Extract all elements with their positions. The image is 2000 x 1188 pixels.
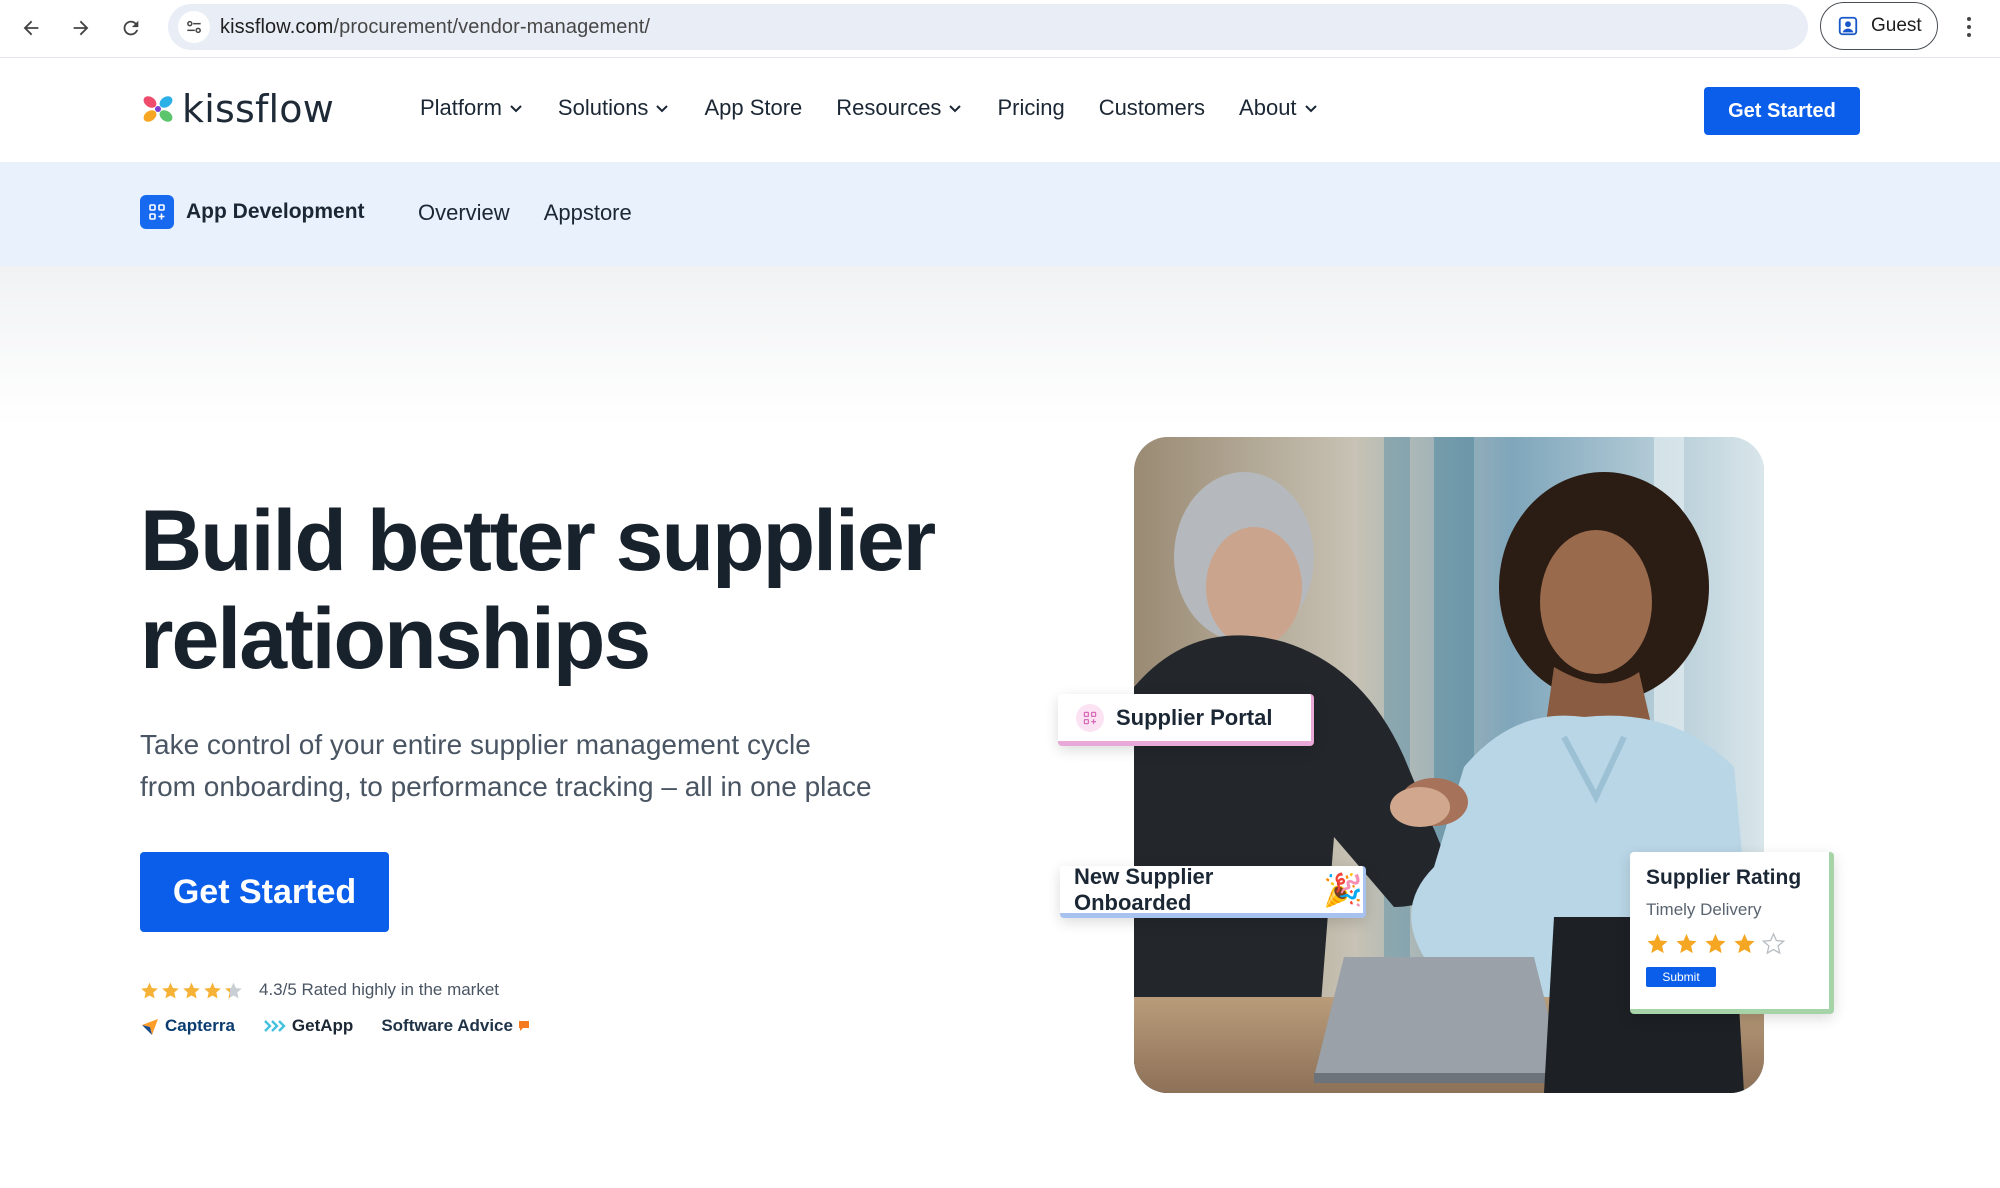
sub-nav-link-overview[interactable]: Overview — [418, 200, 510, 226]
hero-subtitle-line1: Take control of your entire supplier man… — [140, 729, 811, 760]
nav-item-label: Platform — [420, 95, 502, 120]
star-filled-icon[interactable] — [1733, 932, 1756, 955]
nav-item-resources[interactable]: Resources — [836, 95, 963, 121]
capterra-label: Capterra — [165, 1016, 235, 1035]
more-vert-icon[interactable] — [1955, 10, 1983, 44]
getapp-chevrons-icon — [264, 1020, 286, 1032]
nav-item-label: About — [1239, 95, 1297, 120]
profile-button[interactable]: Guest — [1820, 2, 1938, 50]
review-logos: Capterra GetApp Software Advice — [140, 1016, 530, 1036]
hero-title-line2: relationships — [140, 591, 651, 687]
forward-arrow-icon — [73, 20, 89, 36]
supplier-portal-label: Supplier Portal — [1116, 704, 1273, 730]
rating-submit-button[interactable]: Submit — [1646, 967, 1716, 987]
nav-item-label: Resources — [836, 95, 942, 120]
hero-title-line1: Build better supplier — [140, 493, 936, 589]
profile-icon — [1838, 16, 1858, 36]
supplier-rating-card: Supplier Rating Timely Delivery Submit — [1630, 852, 1834, 1014]
rating-text: 4.3/5 Rated highly in the market — [259, 980, 500, 999]
star-icon — [162, 982, 179, 998]
supplier-portal-card: Supplier Portal — [1058, 694, 1314, 746]
party-popper-icon: 🎉 — [1323, 871, 1363, 908]
star-empty-icon[interactable] — [1762, 932, 1785, 955]
header-get-started-button[interactable]: Get Started — [1704, 87, 1860, 135]
url-text: kissflow.com/procurement/vendor-manageme… — [220, 16, 650, 39]
sub-nav-links: Overview Appstore — [418, 200, 632, 226]
nav-item-about[interactable]: About — [1239, 95, 1319, 121]
nav-item-label: Solutions — [557, 95, 649, 120]
capterra-arrow-icon — [142, 1019, 158, 1035]
star-icon — [183, 982, 200, 998]
sub-nav: App Development Overview Appstore — [0, 162, 2000, 266]
site-settings-button[interactable] — [178, 11, 210, 43]
getapp-label: GetApp — [291, 1016, 354, 1035]
nav-item-app-store[interactable]: App Store — [704, 95, 802, 121]
rating-stars — [140, 981, 243, 1000]
software-advice-label: Software Advice — [381, 1016, 513, 1035]
kissflow-logo-icon — [143, 96, 173, 122]
nav-item-label: App Store — [704, 95, 803, 120]
sub-nav-link-appstore[interactable]: Appstore — [544, 200, 632, 226]
forward-button[interactable] — [64, 11, 98, 45]
app-development-icon — [140, 195, 174, 229]
chevron-down-icon — [510, 105, 522, 113]
nav-item-label: Pricing — [997, 95, 1065, 120]
hero-get-started-button[interactable]: Get Started — [140, 852, 389, 932]
profile-label: Guest — [1871, 15, 1922, 36]
hero-title: Build better supplier relationships — [140, 492, 940, 688]
star-icon — [141, 982, 158, 998]
browser-toolbar: kissflow.com/procurement/vendor-manageme… — [0, 0, 2000, 58]
nav-item-solutions[interactable]: Solutions — [558, 95, 671, 121]
site-header: kissflow Platform Solutions App Store Re… — [0, 59, 2000, 162]
url-host: kissflow.com — [220, 16, 334, 38]
star-partial-icon — [225, 982, 242, 998]
portal-grid-icon — [1076, 703, 1104, 732]
url-path: /procurement/vendor-management/ — [333, 16, 651, 38]
onboarded-label: New Supplier Onboarded — [1074, 863, 1214, 915]
speech-bubble-icon — [518, 1021, 529, 1031]
rating-card-criterion: Timely Delivery — [1646, 900, 1762, 919]
rating-card-stars — [1646, 932, 1813, 955]
nav-item-customers[interactable]: Customers — [1099, 95, 1205, 121]
software-advice-logo: Software Advice — [381, 1016, 530, 1036]
back-button[interactable] — [14, 11, 48, 45]
reload-button[interactable] — [114, 11, 148, 45]
star-filled-icon[interactable] — [1675, 932, 1698, 955]
star-filled-icon[interactable] — [1704, 932, 1727, 955]
nav-item-pricing[interactable]: Pricing — [997, 95, 1064, 121]
chevron-down-icon — [1304, 105, 1317, 113]
reload-icon — [123, 20, 139, 36]
getapp-logo: GetApp — [263, 1016, 353, 1036]
site-settings-icon — [187, 20, 201, 34]
new-supplier-onboarded-card: New Supplier Onboarded 🎉 — [1060, 863, 1366, 918]
nav-item-platform[interactable]: Platform — [420, 95, 524, 121]
rating-row: 4.3/5 Rated highly in the market — [140, 980, 499, 1000]
logo-text: kissflow — [182, 87, 335, 131]
back-arrow-icon — [23, 20, 39, 36]
capterra-logo: Capterra — [140, 1016, 235, 1036]
sub-nav-brand-label: App Development — [186, 200, 365, 223]
chevron-down-icon — [949, 105, 962, 113]
main-nav: Platform Solutions App Store Resources P… — [420, 95, 1353, 121]
star-filled-icon[interactable] — [1646, 932, 1669, 955]
hero-subtitle: Take control of your entire supplier man… — [140, 724, 940, 808]
chevron-down-icon — [656, 105, 669, 113]
star-icon — [204, 982, 221, 998]
nav-item-label: Customers — [1098, 95, 1206, 120]
hero-subtitle-line2: from onboarding, to performance tracking… — [140, 771, 872, 802]
sub-nav-brand[interactable]: App Development — [140, 195, 365, 229]
address-bar[interactable]: kissflow.com/procurement/vendor-manageme… — [168, 4, 1808, 50]
rating-card-title: Supplier Rating — [1646, 866, 1802, 889]
kissflow-logo[interactable]: kissflow — [140, 87, 334, 131]
hero-shade — [0, 266, 2000, 426]
